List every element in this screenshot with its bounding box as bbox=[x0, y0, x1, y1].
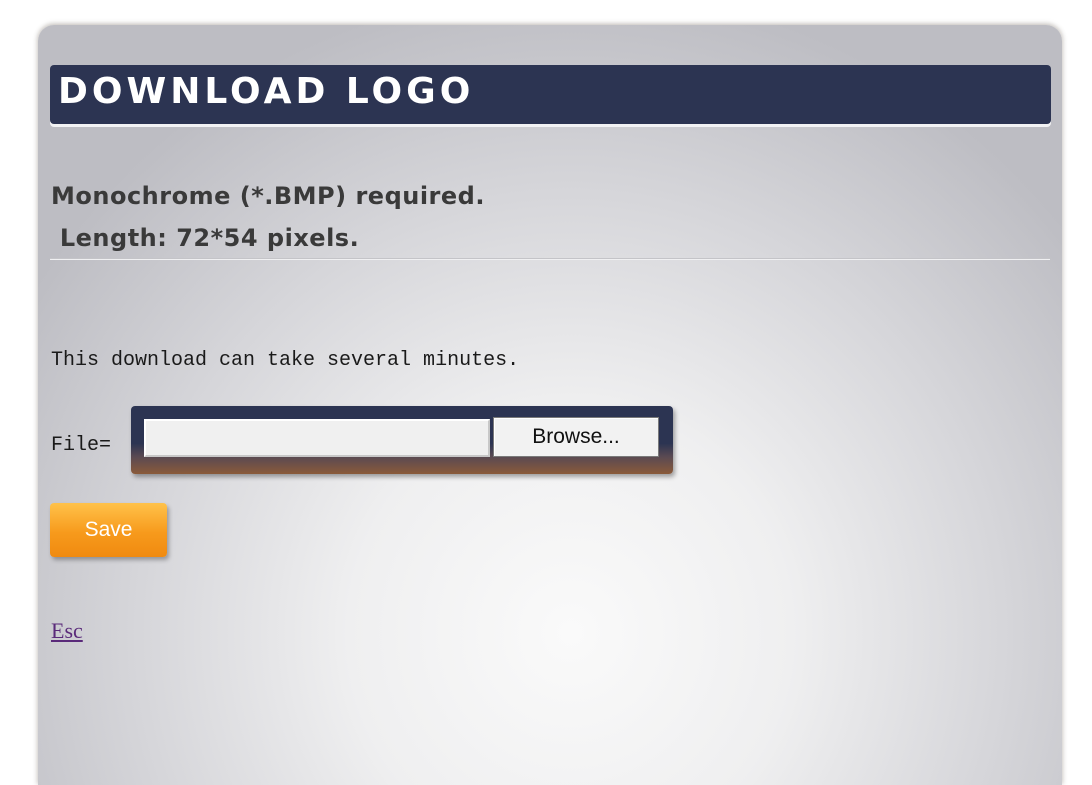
download-logo-panel: DOWNLOAD LOGO Monochrome (*.BMP) require… bbox=[38, 25, 1062, 785]
file-label: File= bbox=[51, 434, 112, 457]
divider bbox=[50, 258, 1050, 260]
file-upload-frame: Browse... bbox=[131, 406, 673, 474]
save-button[interactable]: Save bbox=[50, 503, 167, 557]
size-requirement: Length: 72*54 pixels. bbox=[51, 224, 360, 252]
format-requirement: Monochrome (*.BMP) required. bbox=[51, 182, 485, 210]
browse-button[interactable]: Browse... bbox=[493, 417, 659, 457]
page-title: DOWNLOAD LOGO bbox=[58, 71, 475, 112]
title-bar: DOWNLOAD LOGO bbox=[50, 65, 1051, 124]
download-note: This download can take several minutes. bbox=[51, 349, 520, 372]
esc-link[interactable]: Esc bbox=[51, 618, 83, 644]
file-path-input[interactable] bbox=[144, 419, 490, 457]
